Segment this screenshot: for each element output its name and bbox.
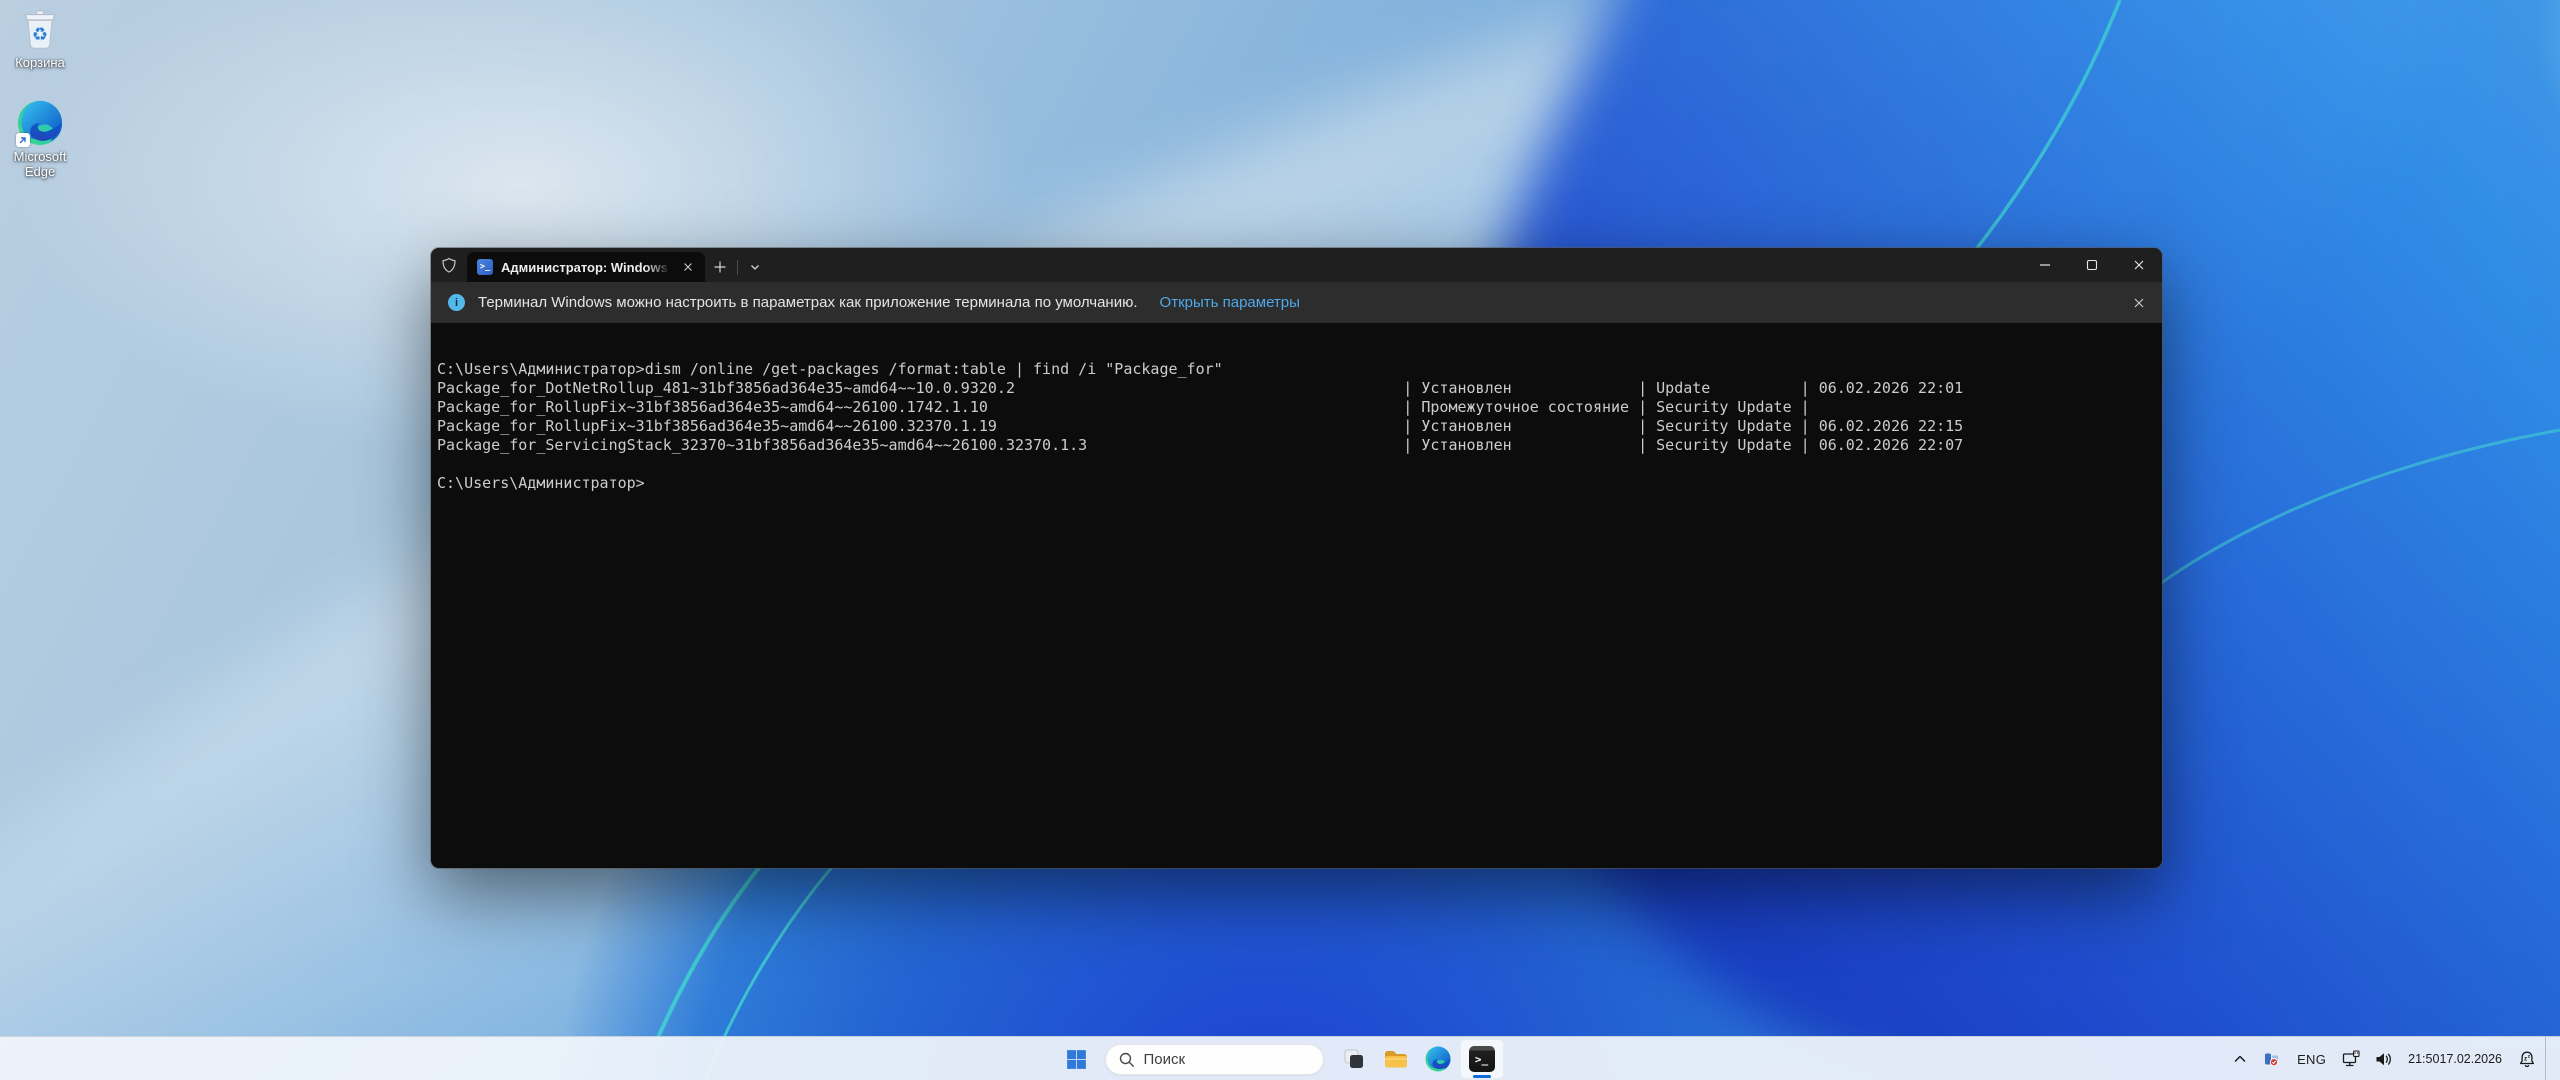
banner-message: Терминал Windows можно настроить в парам… xyxy=(478,294,1138,311)
search-input[interactable]: Поиск xyxy=(1105,1044,1324,1075)
volume-tray-button[interactable] xyxy=(2369,1041,2397,1077)
terminal-line: Package_for_RollupFix~31bf3856ad364e35~a… xyxy=(437,398,2154,417)
terminal-line: C:\Users\Администратор>dism /online /get… xyxy=(437,360,2154,379)
system-tray: ENG 21:50 17.02.2026 xyxy=(2226,1037,2552,1080)
default-terminal-banner: i Терминал Windows можно настроить в пар… xyxy=(431,282,2162,323)
notifications-tray-button[interactable]: z z xyxy=(2513,1041,2541,1077)
desktop: ♻ Корзина Microsoft Edge >_ Администрато… xyxy=(0,0,2560,1080)
titlebar-divider xyxy=(737,260,738,275)
banner-close-button[interactable] xyxy=(2130,294,2148,312)
do-not-disturb-bell-icon: z z xyxy=(2517,1049,2537,1069)
close-button[interactable] xyxy=(2115,248,2162,282)
taskbar-center: Поиск >_ xyxy=(0,1037,2560,1080)
chevron-up-icon xyxy=(2230,1049,2250,1069)
new-tab-button[interactable] xyxy=(705,252,735,282)
search-icon xyxy=(1118,1051,1135,1068)
windows-logo-icon xyxy=(1064,1047,1089,1072)
powershell-icon: >_ xyxy=(477,259,493,275)
desktop-icon-edge[interactable]: Microsoft Edge xyxy=(2,100,78,179)
desktop-icon-label: Microsoft Edge xyxy=(2,149,78,179)
ethernet-network-icon xyxy=(2341,1049,2361,1069)
edge-taskbar-button[interactable] xyxy=(1418,1039,1458,1079)
terminal-line: Package_for_RollupFix~31bf3856ad364e35~a… xyxy=(437,417,2154,436)
task-view-button[interactable] xyxy=(1334,1039,1374,1079)
terminal-window: >_ Администратор: Windows Po xyxy=(431,248,2162,868)
edge-icon xyxy=(1425,1046,1451,1072)
active-app-indicator xyxy=(1473,1075,1491,1079)
terminal-titlebar[interactable]: >_ Администратор: Windows Po xyxy=(431,248,2162,282)
recycle-bin-icon: ♻ xyxy=(17,6,63,52)
file-explorer-icon xyxy=(1383,1046,1409,1072)
shortcut-arrow-badge xyxy=(16,133,30,147)
info-icon: i xyxy=(448,294,465,311)
open-settings-link[interactable]: Открыть параметры xyxy=(1160,294,1300,311)
svg-text:♻: ♻ xyxy=(32,25,48,46)
desktop-icon-label: Корзина xyxy=(15,55,65,70)
maximize-button[interactable] xyxy=(2068,248,2115,282)
tab-close-button[interactable] xyxy=(679,258,697,276)
speaker-icon xyxy=(2373,1049,2393,1069)
terminal-line: C:\Users\Администратор> xyxy=(437,474,2154,493)
task-view-icon xyxy=(1342,1047,1366,1071)
clock-time: 21:50 xyxy=(2408,1052,2439,1067)
file-explorer-button[interactable] xyxy=(1376,1039,1416,1079)
start-button[interactable] xyxy=(1057,1039,1097,1079)
tab-title: Администратор: Windows Po xyxy=(501,260,671,275)
clock[interactable]: 21:50 17.02.2026 xyxy=(2401,1041,2509,1077)
terminal-line xyxy=(437,455,2154,474)
terminal-line: Package_for_DotNetRollup_481~31bf3856ad3… xyxy=(437,379,2154,398)
language-indicator[interactable]: ENG xyxy=(2290,1041,2333,1077)
show-desktop-button[interactable] xyxy=(2545,1037,2552,1080)
terminal-line: Package_for_ServicingStack_32370~31bf385… xyxy=(437,436,2154,455)
terminal-taskbar-button[interactable]: >_ xyxy=(1460,1039,1504,1079)
tray-hardware-button[interactable] xyxy=(2258,1041,2286,1077)
network-tray-button[interactable] xyxy=(2337,1041,2365,1077)
admin-shield-icon xyxy=(431,248,467,282)
desktop-icon-recycle-bin[interactable]: ♻ Корзина xyxy=(2,6,78,70)
search-placeholder: Поиск xyxy=(1144,1051,1186,1068)
terminal-tab[interactable]: >_ Администратор: Windows Po xyxy=(467,252,705,282)
svg-text:z: z xyxy=(2528,1055,2531,1060)
clock-date: 17.02.2026 xyxy=(2439,1052,2502,1067)
terminal-output[interactable]: C:\Users\Администратор>dism /online /get… xyxy=(431,323,2162,868)
tab-dropdown-button[interactable] xyxy=(740,252,770,282)
tray-chevron-up-button[interactable] xyxy=(2226,1041,2254,1077)
minimize-button[interactable] xyxy=(2021,248,2068,282)
terminal-icon: >_ xyxy=(1469,1046,1495,1072)
taskbar: Поиск >_ xyxy=(0,1036,2560,1080)
safely-remove-hardware-icon xyxy=(2262,1049,2282,1069)
